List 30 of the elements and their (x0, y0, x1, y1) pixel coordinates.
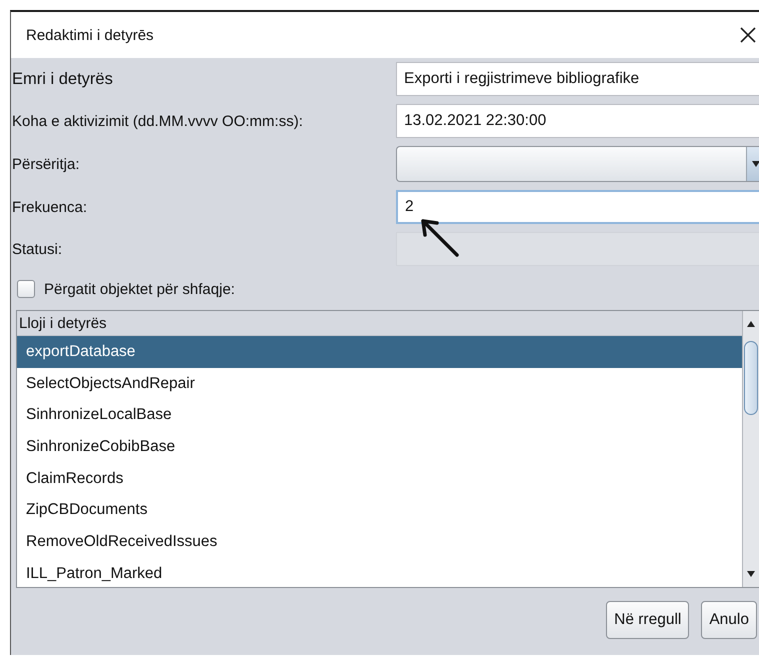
list-item[interactable]: SinhronizeLocalBase (17, 399, 742, 432)
scroll-down-icon[interactable] (746, 569, 756, 579)
list-item[interactable]: RemoveOldReceivedIssues (17, 526, 742, 558)
field-label: Frekuenca: (12, 198, 88, 216)
field-label: Statusi: (12, 240, 64, 258)
field-label: Emri i detyrës (12, 70, 114, 88)
input-field[interactable]: 13.02.2021 22:30:00 (396, 104, 759, 138)
window-title: Redaktimi i detyrēs (26, 26, 154, 44)
list-item[interactable]: exportDatabase (17, 336, 742, 368)
dropdown[interactable] (396, 146, 759, 182)
list-item[interactable]: ClaimRecords (17, 462, 742, 494)
input-field[interactable]: Exporti i regjistrimeve bibliografike (396, 62, 759, 96)
close-icon[interactable] (739, 26, 757, 44)
field-label: Përsëritja: (12, 156, 81, 172)
dropdown-caret-icon (751, 160, 759, 168)
scroll-thumb[interactable] (744, 341, 758, 415)
list-item[interactable]: SinhronizeCobibBase (17, 431, 742, 463)
list-item[interactable]: ILL_Patron_Marked (17, 558, 742, 587)
dialog-button[interactable]: Anulo (701, 601, 757, 639)
checkbox-label: Përgatit objektet për shfaqje: (44, 280, 235, 298)
field-label: Koha e aktivizimit (dd.MM.vvvv OO:mm:ss): (12, 112, 304, 130)
dialog-button[interactable]: Në rregull (606, 601, 690, 639)
checkbox[interactable] (17, 280, 35, 298)
arrow-icon (419, 217, 461, 259)
input-field[interactable]: 2 (396, 190, 759, 224)
list-item[interactable]: SelectObjectsAndRepair (17, 368, 742, 400)
list-item[interactable]: ZipCBDocuments (17, 494, 742, 526)
scroll-up-icon[interactable] (746, 319, 756, 329)
scrollbar[interactable] (742, 311, 759, 587)
column-header: Lloji i detyrës (17, 311, 742, 336)
